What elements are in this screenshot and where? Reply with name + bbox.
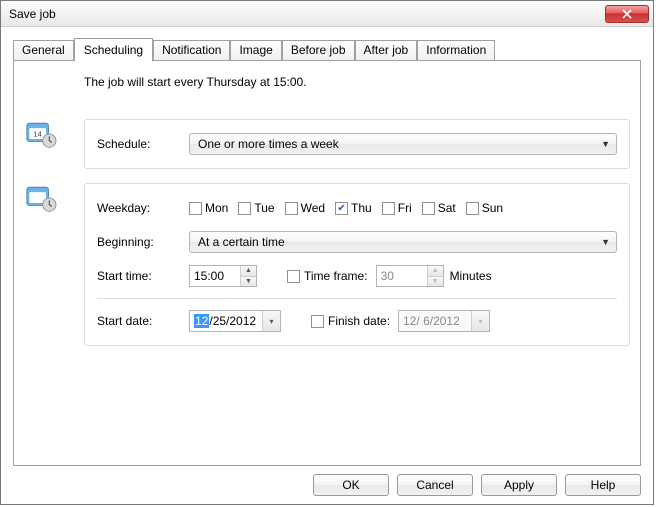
finish-date-input	[399, 311, 471, 331]
start-date-picker[interactable]: 12/25/2012 ▾	[189, 310, 281, 332]
start-date-selected-part: 12	[194, 314, 209, 328]
tab-after-job[interactable]: After job	[355, 40, 418, 61]
window-title: Save job	[9, 7, 56, 21]
checkbox-sat[interactable]: Sat	[422, 201, 456, 215]
spin-down-icon[interactable]: ▼	[241, 277, 256, 287]
schedule-value: One or more times a week	[198, 137, 339, 151]
tab-panel-scheduling: The job will start every Thursday at 15:…	[13, 60, 641, 466]
start-time-input[interactable]	[190, 266, 240, 286]
schedule-label: Schedule:	[97, 137, 189, 151]
beginning-value: At a certain time	[198, 235, 285, 249]
schedule-summary: The job will start every Thursday at 15:…	[84, 75, 630, 89]
schedule-group: Schedule: One or more times a week ▼	[84, 119, 630, 169]
chevron-down-icon: ▼	[601, 139, 610, 149]
time-frame-label: Time frame:	[304, 269, 368, 283]
spin-up-icon: ▲	[428, 266, 443, 277]
calendar-clock-icon: 14	[24, 119, 84, 149]
ok-button[interactable]: OK	[313, 474, 389, 496]
weekday-checkboxes: Mon Tue Wed ✔Thu Fri Sat Sun	[189, 201, 503, 215]
tab-image[interactable]: Image	[230, 40, 281, 61]
divider	[97, 298, 617, 299]
calendar-dropdown-icon[interactable]: ▾	[262, 311, 280, 331]
beginning-dropdown[interactable]: At a certain time ▼	[189, 231, 617, 253]
minutes-label: Minutes	[450, 269, 492, 283]
tab-information[interactable]: Information	[417, 40, 495, 61]
tab-scheduling[interactable]: Scheduling	[74, 38, 153, 62]
schedule-dropdown[interactable]: One or more times a week ▼	[189, 133, 617, 155]
chevron-down-icon: ▼	[601, 237, 610, 247]
time-frame-checkbox[interactable]: Time frame:	[287, 269, 368, 283]
checkbox-sun[interactable]: Sun	[466, 201, 503, 215]
dialog-window: Save job General Scheduling Notification…	[0, 0, 654, 505]
checkbox-fri[interactable]: Fri	[382, 201, 412, 215]
start-time-spinner[interactable]: ▲▼	[189, 265, 257, 287]
weekly-clock-icon	[24, 183, 84, 213]
tab-strip: General Scheduling Notification Image Be…	[13, 38, 641, 61]
finish-date-label: Finish date:	[328, 314, 390, 328]
help-button[interactable]: Help	[565, 474, 641, 496]
tab-before-job[interactable]: Before job	[282, 40, 355, 61]
weekday-label: Weekday:	[97, 201, 189, 215]
close-button[interactable]	[605, 5, 649, 23]
finish-date-checkbox[interactable]: Finish date:	[311, 314, 390, 328]
start-date-label: Start date:	[97, 314, 189, 328]
checkbox-tue[interactable]: Tue	[238, 201, 274, 215]
content-area: General Scheduling Notification Image Be…	[1, 27, 653, 504]
cancel-button[interactable]: Cancel	[397, 474, 473, 496]
tab-general[interactable]: General	[13, 40, 74, 61]
time-frame-input	[377, 266, 427, 286]
dialog-button-bar: OK Cancel Apply Help	[13, 466, 641, 496]
checkbox-thu[interactable]: ✔Thu	[335, 201, 372, 215]
spin-up-icon[interactable]: ▲	[241, 266, 256, 277]
checkbox-wed[interactable]: Wed	[285, 201, 325, 215]
finish-date-picker: ▾	[398, 310, 490, 332]
spin-down-icon: ▼	[428, 277, 443, 287]
checkbox-mon[interactable]: Mon	[189, 201, 228, 215]
svg-text:14: 14	[33, 130, 41, 139]
time-frame-spinner: ▲▼	[376, 265, 444, 287]
close-icon	[622, 9, 632, 19]
apply-button[interactable]: Apply	[481, 474, 557, 496]
calendar-dropdown-icon: ▾	[471, 311, 489, 331]
start-time-label: Start time:	[97, 269, 189, 283]
titlebar: Save job	[1, 1, 653, 27]
tab-notification[interactable]: Notification	[153, 40, 230, 61]
beginning-label: Beginning:	[97, 235, 189, 249]
timing-group: Weekday: Mon Tue Wed ✔Thu Fri Sat Sun	[84, 183, 630, 346]
